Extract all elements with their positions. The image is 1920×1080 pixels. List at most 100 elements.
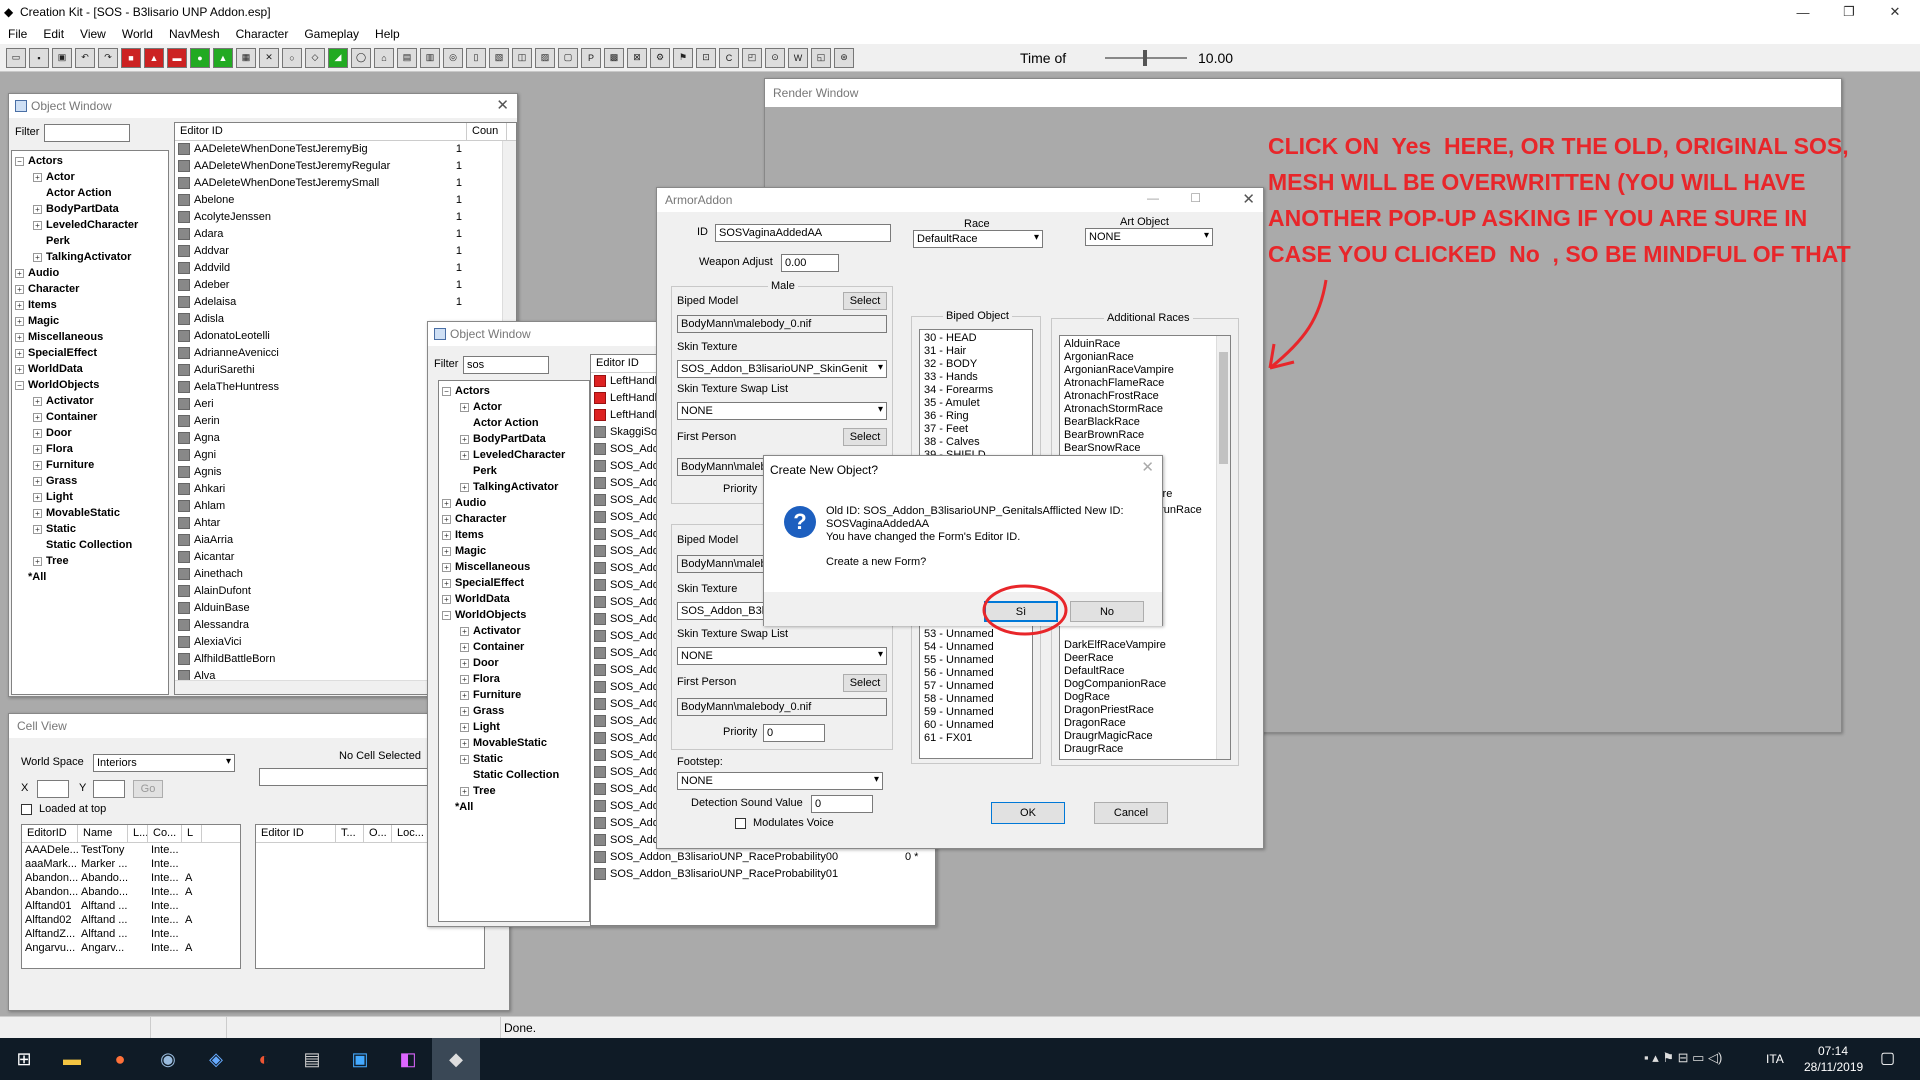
list-item[interactable]: 55 - Unnamed bbox=[924, 654, 994, 667]
terrain-icon[interactable]: ◢ bbox=[328, 47, 348, 68]
app-icon-1[interactable]: ◉ bbox=[144, 1038, 192, 1080]
language-indicator[interactable]: ITA bbox=[1766, 1052, 1784, 1066]
tree-item[interactable]: + Audio bbox=[442, 495, 586, 511]
tree-item[interactable]: + Actor bbox=[442, 399, 586, 415]
firefox-icon[interactable]: ● bbox=[96, 1038, 144, 1080]
menu-character[interactable]: Character bbox=[228, 27, 297, 41]
filter-input[interactable] bbox=[44, 124, 130, 142]
list-item[interactable]: Abelone 1 bbox=[175, 192, 516, 209]
list-item[interactable]: 38 - Calves bbox=[924, 436, 1028, 449]
list-item[interactable]: SOS_Addon_B3lisarioUNP_RaceProbability00… bbox=[591, 849, 935, 866]
list-item[interactable]: DragonPriestRace bbox=[1064, 704, 1166, 717]
menu-world[interactable]: World bbox=[114, 27, 161, 41]
list-item[interactable]: AADeleteWhenDoneTestJeremySmall 1 bbox=[175, 175, 516, 192]
list-item[interactable]: AADeleteWhenDoneTestJeremyBig 1 bbox=[175, 141, 516, 158]
table-row[interactable]: Abandon... Abando... Inte... A bbox=[22, 885, 240, 899]
tree-item[interactable]: + Furniture bbox=[442, 687, 586, 703]
toolbar-icon-h[interactable]: ▢ bbox=[558, 47, 578, 68]
toolbar-icon-i[interactable]: P bbox=[581, 47, 601, 68]
clock-date[interactable]: 28/11/2019 bbox=[1804, 1060, 1863, 1074]
male-skin-swap-select[interactable]: NONE bbox=[677, 402, 887, 420]
toolbar-icon-e[interactable]: ▧ bbox=[489, 47, 509, 68]
tree-item[interactable]: + Door bbox=[15, 425, 165, 441]
object-palette-icon[interactable]: ◇ bbox=[305, 47, 325, 68]
cell-object-col-header[interactable]: O... bbox=[364, 825, 392, 842]
loaded-at-top-checkbox[interactable] bbox=[21, 804, 32, 815]
render-toggle-icon[interactable]: ■ bbox=[121, 47, 141, 68]
ok-button[interactable]: OK bbox=[991, 802, 1065, 824]
id-input[interactable]: SOSVaginaAddedAA bbox=[715, 224, 891, 242]
tree-item[interactable]: + Miscellaneous bbox=[442, 559, 586, 575]
toolbar-icon-a[interactable]: ▤ bbox=[397, 47, 417, 68]
toolbar-icon-m[interactable]: ⚑ bbox=[673, 47, 693, 68]
category-tree[interactable]: − Actors + Actor Actor Action + BodyPartData + L… bbox=[11, 150, 169, 695]
list-item[interactable]: DarkElfRaceVampire bbox=[1064, 639, 1166, 652]
list-item[interactable]: DeerRace bbox=[1064, 652, 1166, 665]
menu-gameplay[interactable]: Gameplay bbox=[296, 27, 367, 41]
close-icon[interactable]: ✕ bbox=[1242, 190, 1255, 208]
list-item[interactable]: 34 - Forearms bbox=[924, 384, 1028, 397]
sphere-icon[interactable]: ● bbox=[190, 47, 210, 68]
toolbar-icon-c[interactable]: ◎ bbox=[443, 47, 463, 68]
list-item[interactable]: 37 - Feet bbox=[924, 423, 1028, 436]
undo-icon[interactable]: ↶ bbox=[75, 47, 95, 68]
list-item[interactable]: AtronachFlameRace bbox=[1064, 377, 1226, 390]
tree-item[interactable]: Perk bbox=[15, 233, 165, 249]
list-item[interactable]: 33 - Hands bbox=[924, 371, 1028, 384]
table-row[interactable]: AAADele... TestTony Inte... bbox=[22, 843, 240, 857]
cell-col-header[interactable]: Co... bbox=[148, 825, 182, 842]
tree-item[interactable]: + Items bbox=[442, 527, 586, 543]
menu-help[interactable]: Help bbox=[367, 27, 408, 41]
col-editor-id[interactable]: Editor ID bbox=[175, 123, 467, 140]
tree-item[interactable]: + TalkingActivator bbox=[15, 249, 165, 265]
table-row[interactable]: AlftandZ... Alftand ... Inte... bbox=[22, 927, 240, 941]
tree-item[interactable]: + Tree bbox=[442, 783, 586, 799]
toolbar-icon-j[interactable]: ▩ bbox=[604, 47, 624, 68]
tree-item[interactable]: + Light bbox=[442, 719, 586, 735]
tree-item[interactable]: Static Collection bbox=[15, 537, 165, 553]
list-item[interactable]: Addvild 1 bbox=[175, 260, 516, 277]
clock-time[interactable]: 07:14 bbox=[1818, 1044, 1848, 1058]
tree-item[interactable]: + Light bbox=[15, 489, 165, 505]
toolbar-icon-l[interactable]: ⚙ bbox=[650, 47, 670, 68]
no-button[interactable]: No bbox=[1070, 601, 1144, 622]
weapon-adjust-input[interactable]: 0.00 bbox=[781, 254, 839, 272]
tree-item[interactable]: *All bbox=[442, 799, 586, 815]
cell-object-col-header[interactable]: Editor ID bbox=[256, 825, 336, 842]
list-item[interactable]: BearBlackRace bbox=[1064, 416, 1226, 429]
toolbar-icon-r[interactable]: W bbox=[788, 47, 808, 68]
maximize-icon[interactable]: ☐ bbox=[1190, 191, 1201, 205]
tree-item[interactable]: + Actor bbox=[15, 169, 165, 185]
lights-icon[interactable]: ▬ bbox=[167, 47, 187, 68]
toolbar-icon-b[interactable]: ▥ bbox=[420, 47, 440, 68]
category-tree[interactable]: − Actors + Actor Actor Action + BodyPartData + L… bbox=[438, 380, 590, 922]
go-button[interactable]: Go bbox=[133, 780, 163, 798]
tree-item[interactable]: + BodyPartData bbox=[15, 201, 165, 217]
cell-list[interactable]: EditorID Name L... Co... L AAADele... TestTon… bbox=[21, 824, 241, 969]
toolbar-icon-f[interactable]: ◫ bbox=[512, 47, 532, 68]
notification-icon[interactable]: ▢ bbox=[1880, 1048, 1895, 1068]
list-item[interactable]: DogRace bbox=[1064, 691, 1166, 704]
tree-item[interactable]: + Character bbox=[442, 511, 586, 527]
table-row[interactable]: Alftand02 Alftand ... Inte... A bbox=[22, 913, 240, 927]
minimize-icon[interactable]: — bbox=[1147, 191, 1159, 205]
cell-col-header[interactable]: EditorID bbox=[22, 825, 78, 842]
list-item[interactable]: DraugrRace bbox=[1064, 743, 1166, 756]
tree-item[interactable]: + LeveledCharacter bbox=[15, 217, 165, 233]
list-item[interactable]: Adara 1 bbox=[175, 226, 516, 243]
tree-item[interactable]: + LeveledCharacter bbox=[442, 447, 586, 463]
tree-item[interactable]: + Furniture bbox=[15, 457, 165, 473]
male-skin-texture-select[interactable]: SOS_Addon_B3lisarioUNP_SkinGenit bbox=[677, 360, 887, 378]
list-item[interactable]: 54 - Unnamed bbox=[924, 641, 994, 654]
list-item[interactable]: DogCompanionRace bbox=[1064, 678, 1166, 691]
detection-sound-input[interactable]: 0 bbox=[811, 795, 873, 813]
list-item[interactable]: 30 - HEAD bbox=[924, 332, 1028, 345]
tree-item[interactable]: + Door bbox=[442, 655, 586, 671]
list-item[interactable]: 59 - Unnamed bbox=[924, 706, 994, 719]
list-item[interactable]: AtronachStormRace bbox=[1064, 403, 1226, 416]
restore-button[interactable]: ❐ bbox=[1826, 0, 1872, 24]
tree-item[interactable]: + Tree bbox=[15, 553, 165, 569]
toolbar-icon-t[interactable]: ⊛ bbox=[834, 47, 854, 68]
cell-object-col-header[interactable]: T... bbox=[336, 825, 364, 842]
tree-item[interactable]: + Character bbox=[15, 281, 165, 297]
